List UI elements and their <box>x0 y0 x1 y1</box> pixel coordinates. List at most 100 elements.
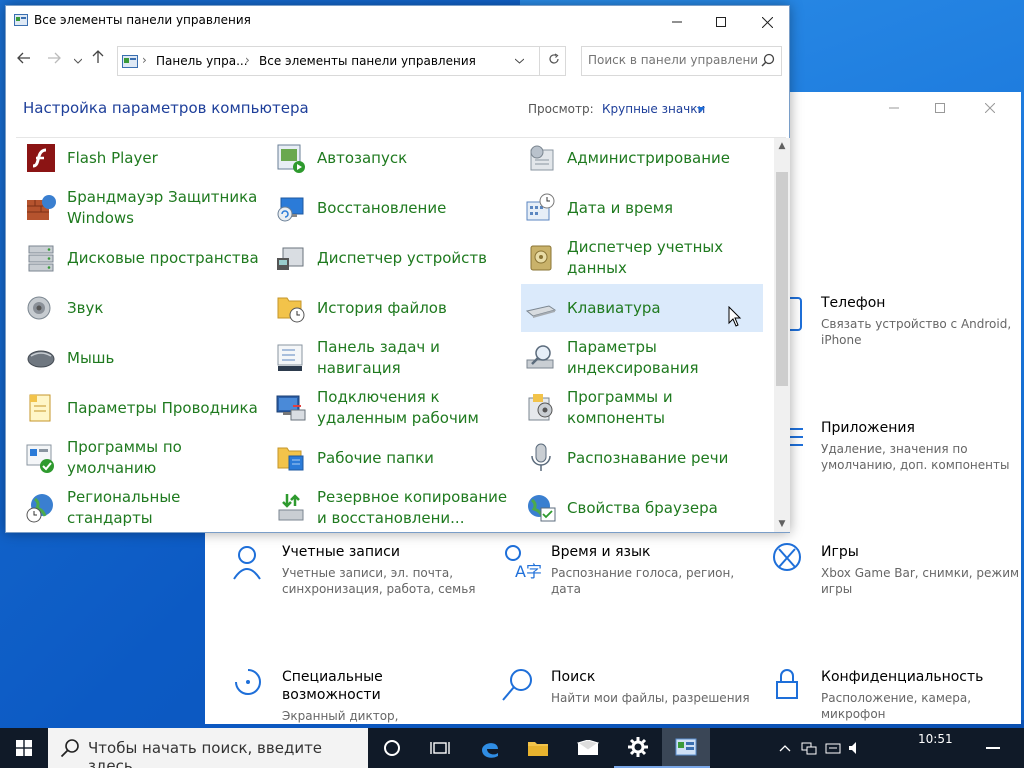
maximize-button[interactable] <box>698 6 744 38</box>
cortana-button[interactable] <box>368 728 416 768</box>
settings-close-button[interactable] <box>967 92 1013 124</box>
indexing-options-icon <box>526 345 554 369</box>
scroll-down-arrow[interactable]: ▼ <box>774 516 790 532</box>
settings-titlebar <box>871 92 1021 124</box>
control-panel-item[interactable]: Клавиатура <box>521 284 763 332</box>
edge-button[interactable] <box>466 728 514 768</box>
tile-desc: Связать устройство с Android, iPhone <box>821 317 1012 347</box>
control-panel-item[interactable]: Мышь <box>21 334 263 382</box>
control-panel-item[interactable]: Восстановление <box>271 184 513 232</box>
internet-options-icon <box>528 495 556 522</box>
control-panel-item[interactable]: Брандмауэр Защитника Windows <box>21 184 263 232</box>
task-view-button[interactable] <box>416 728 464 768</box>
taskbar-search-box[interactable]: Чтобы начать поиск, введите здесь <box>48 728 368 768</box>
minimize-button[interactable] <box>654 6 700 38</box>
control-panel-item[interactable]: Администрирование <box>521 134 763 182</box>
address-bar[interactable]: › Панель упра... › Все элементы панели у… <box>117 46 566 76</box>
credential-manager-icon <box>530 245 552 271</box>
svg-text:A字: A字 <box>515 562 541 581</box>
tile-desc: Найти мои файлы, разрешения <box>551 691 750 705</box>
mail-button[interactable] <box>564 728 612 768</box>
view-mode-dropdown[interactable]: Крупные значки <box>602 102 705 116</box>
control-panel-item[interactable]: Параметры индексирования <box>521 334 763 382</box>
network-icon <box>801 742 817 755</box>
control-panel-taskbar-button[interactable] <box>662 728 710 768</box>
settings-tile-time-language[interactable]: A字 Время и язык Распознание голоса, реги… <box>501 543 751 633</box>
control-panel-item-label: Flash Player <box>67 149 158 167</box>
control-panel-app-icon <box>14 14 28 26</box>
privacy-lock-icon <box>776 669 798 699</box>
search-icon <box>502 669 532 701</box>
scrollbar-thumb[interactable] <box>776 172 788 386</box>
explorer-options-icon <box>29 394 51 422</box>
minimize-icon <box>672 21 682 23</box>
close-button[interactable] <box>744 6 790 38</box>
search-icon[interactable] <box>761 53 775 67</box>
control-panel-item[interactable]: История файлов <box>271 284 513 332</box>
breadcrumb-item[interactable]: Все элементы панели управления <box>259 54 476 68</box>
forward-button[interactable] <box>44 50 64 70</box>
control-panel-item[interactable]: Дисковые пространства <box>21 234 263 282</box>
control-panel-item[interactable]: Звук <box>21 284 263 332</box>
settings-tile-apps[interactable]: Приложения Удаление, значения по умолчан… <box>771 419 1021 509</box>
settings-tile-gaming[interactable]: Игры Xbox Game Bar, снимки, режим игры <box>771 543 1021 633</box>
breadcrumb-item[interactable]: Панель упра... <box>156 54 248 68</box>
control-panel-item[interactable]: Резервное копирование и восстановлени... <box>271 484 513 532</box>
control-panel-item-label: Параметры Проводника <box>67 399 258 417</box>
control-panel-item[interactable]: Панель задач и навигация <box>271 334 513 382</box>
control-panel-item-label: Диспетчер учетных данных <box>567 238 724 277</box>
search-box[interactable] <box>581 46 782 76</box>
tray-device[interactable] <box>822 728 844 768</box>
file-explorer-button[interactable] <box>514 728 562 768</box>
taskbar: Чтобы начать поиск, введите здесь 10:51 <box>0 728 1024 768</box>
vertical-scrollbar[interactable]: ▲ ▼ <box>774 138 790 532</box>
tray-volume[interactable] <box>846 728 860 768</box>
tile-title: Специальные возможности <box>282 669 383 703</box>
taskbar-clock[interactable]: 10:51 <box>918 732 953 746</box>
date-time-icon <box>526 193 555 221</box>
settings-maximize-button[interactable] <box>917 92 963 124</box>
search-input[interactable] <box>588 53 758 67</box>
control-panel-item[interactable]: Дата и время <box>521 184 763 232</box>
control-panel-item[interactable]: Распознавание речи <box>521 434 763 482</box>
control-panel-item[interactable]: Рабочие папки <box>271 434 513 482</box>
settings-tile-accounts[interactable]: Учетные записи Учетные записи, эл. почта… <box>232 543 482 633</box>
default-programs-icon <box>26 444 54 473</box>
tray-show-hidden[interactable] <box>774 728 796 768</box>
control-panel-titlebar[interactable]: Все элементы панели управления <box>6 6 789 36</box>
control-panel-item-label: Резервное копирование и восстановлени... <box>317 488 508 527</box>
scroll-up-arrow[interactable]: ▲ <box>774 138 790 154</box>
control-panel-item[interactable]: Автозапуск <box>271 134 513 182</box>
action-center-button[interactable] <box>978 728 1008 768</box>
control-panel-item[interactable]: Диспетчер устройств <box>271 234 513 282</box>
control-panel-item[interactable]: Свойства браузера <box>521 484 763 532</box>
settings-taskbar-button[interactable] <box>614 728 662 768</box>
recent-locations-button[interactable] <box>68 50 88 70</box>
control-panel-item[interactable]: Flash Player <box>21 134 263 182</box>
control-panel-item[interactable]: Программы и компоненты <box>521 384 763 432</box>
control-panel-item-label: Автозапуск <box>317 149 408 167</box>
control-panel-item[interactable]: Подключения к удаленным рабочим <box>271 384 513 432</box>
caret-down-icon[interactable] <box>697 107 705 112</box>
control-panel-item[interactable]: Параметры Проводника <box>21 384 263 432</box>
minimize-icon <box>889 107 899 109</box>
back-button[interactable] <box>14 50 34 70</box>
up-button[interactable] <box>88 50 108 70</box>
control-panel-item[interactable]: Диспетчер учетных данных <box>521 234 763 282</box>
control-panel-item[interactable]: Региональные стандарты <box>21 484 263 532</box>
taskbar-search-text: Чтобы начать поиск, введите здесь <box>88 739 323 768</box>
accessibility-icon <box>235 669 261 695</box>
refresh-button[interactable] <box>539 47 567 75</box>
chevron-down-icon[interactable] <box>515 58 524 64</box>
navigation-bar: › Панель упра... › Все элементы панели у… <box>6 42 789 78</box>
control-panel-item-label: Звук <box>67 299 104 317</box>
start-button[interactable] <box>0 728 48 768</box>
settings-minimize-button[interactable] <box>871 92 917 124</box>
settings-tile-phone[interactable]: Телефон Связать устройство с Android, iP… <box>771 294 1021 384</box>
mouse-cursor-icon <box>728 306 742 327</box>
tile-title: Телефон <box>821 295 886 311</box>
tray-network[interactable] <box>798 728 820 768</box>
control-panel-item-label: История файлов <box>317 299 447 317</box>
control-panel-item[interactable]: Программы по умолчанию <box>21 434 263 482</box>
control-panel-item-label: Дата и время <box>567 199 674 217</box>
